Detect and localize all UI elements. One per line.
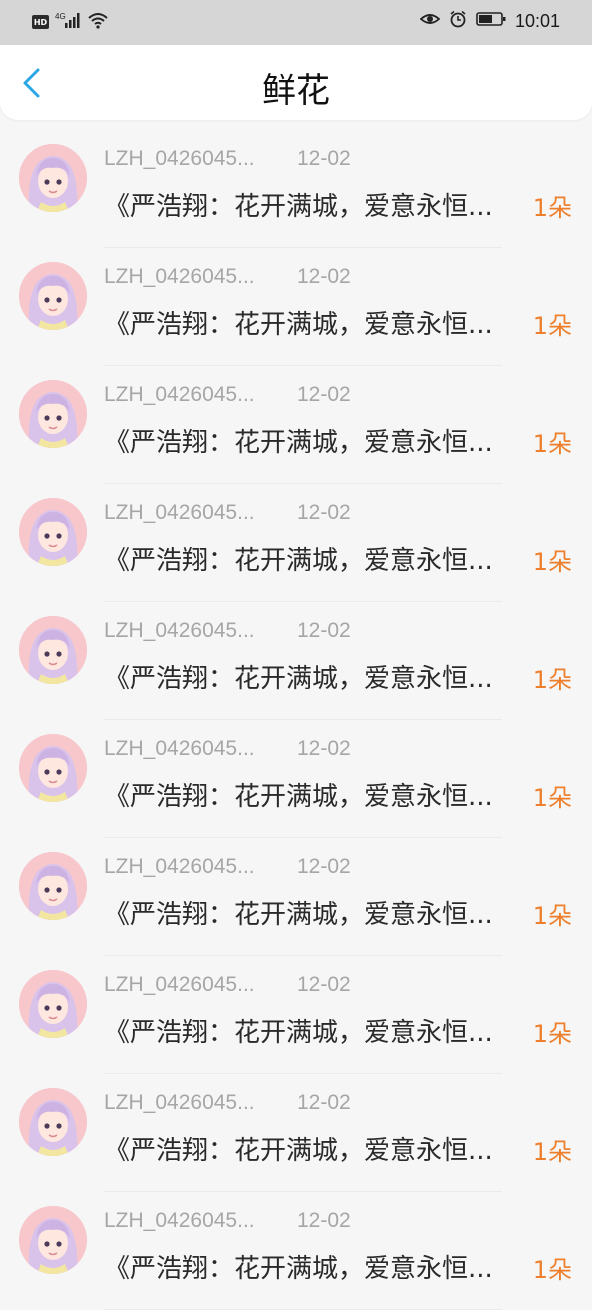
sender-name: LZH_0426045... bbox=[104, 973, 255, 996]
list-item[interactable]: LZH_0426045... 12-02 《严浩翔：花开满城，爱意永恒... 1… bbox=[0, 484, 592, 602]
sender-name: LZH_0426045... bbox=[104, 501, 255, 524]
list-item[interactable]: LZH_0426045... 12-02 《严浩翔：花开满城，爱意永恒... 1… bbox=[0, 838, 592, 956]
status-right: 10:01 bbox=[419, 10, 560, 32]
flower-count: 1朵 bbox=[532, 666, 572, 694]
avatar[interactable] bbox=[19, 144, 87, 212]
flower-count: 1朵 bbox=[532, 1138, 572, 1166]
avatar[interactable] bbox=[19, 852, 87, 920]
list-item[interactable]: LZH_0426045... 12-02 《严浩翔：花开满城，爱意永恒... 1… bbox=[0, 602, 592, 720]
list-item[interactable]: LZH_0426045... 12-02 《严浩翔：花开满城，爱意永恒... 1… bbox=[0, 366, 592, 484]
message-date: 12-02 bbox=[297, 973, 351, 996]
flower-count: 1朵 bbox=[532, 312, 572, 340]
message-preview: 《严浩翔：花开满城，爱意永恒... bbox=[104, 192, 493, 222]
network-type: 4G bbox=[55, 12, 66, 21]
signal-icon: 4G bbox=[55, 11, 81, 33]
status-time: 10:01 bbox=[514, 10, 560, 31]
flower-count: 1朵 bbox=[532, 548, 572, 576]
message-preview: 《严浩翔：花开满城，爱意永恒... bbox=[104, 428, 493, 458]
sender-name: LZH_0426045... bbox=[104, 383, 255, 406]
eye-icon bbox=[419, 11, 441, 31]
list-item[interactable]: LZH_0426045... 12-02 《严浩翔：花开满城，爱意永恒... 1… bbox=[0, 130, 592, 248]
sender-name: LZH_0426045... bbox=[104, 737, 255, 760]
header-bar: 鲜花 bbox=[0, 45, 592, 120]
flower-count: 1朵 bbox=[532, 430, 572, 458]
message-preview: 《严浩翔：花开满城，爱意永恒... bbox=[104, 1018, 493, 1048]
message-preview: 《严浩翔：花开满城，爱意永恒... bbox=[104, 782, 493, 812]
wifi-icon bbox=[87, 11, 109, 33]
message-preview: 《严浩翔：花开满城，爱意永恒... bbox=[104, 310, 493, 340]
message-preview: 《严浩翔：花开满城，爱意永恒... bbox=[104, 546, 493, 576]
list-item[interactable]: LZH_0426045... 12-02 《严浩翔：花开满城，爱意永恒... 1… bbox=[0, 720, 592, 838]
avatar[interactable] bbox=[19, 734, 87, 802]
message-date: 12-02 bbox=[297, 619, 351, 642]
message-date: 12-02 bbox=[297, 383, 351, 406]
message-date: 12-02 bbox=[297, 147, 351, 170]
avatar[interactable] bbox=[19, 616, 87, 684]
message-preview: 《严浩翔：花开满城，爱意永恒... bbox=[104, 664, 493, 694]
alarm-icon bbox=[449, 10, 467, 32]
message-preview: 《严浩翔：花开满城，爱意永恒... bbox=[104, 1254, 493, 1284]
avatar[interactable] bbox=[19, 498, 87, 566]
message-date: 12-02 bbox=[297, 1209, 351, 1232]
avatar[interactable] bbox=[19, 970, 87, 1038]
avatar[interactable] bbox=[19, 1088, 87, 1156]
avatar[interactable] bbox=[19, 380, 87, 448]
avatar[interactable] bbox=[19, 262, 87, 330]
sender-name: LZH_0426045... bbox=[104, 265, 255, 288]
flower-count: 1朵 bbox=[532, 194, 572, 222]
sender-name: LZH_0426045... bbox=[104, 855, 255, 878]
hd-badge: HD bbox=[32, 15, 49, 29]
sender-name: LZH_0426045... bbox=[104, 619, 255, 642]
flower-list: LZH_0426045... 12-02 《严浩翔：花开满城，爱意永恒... 1… bbox=[0, 130, 592, 1310]
status-left: HD 4G bbox=[32, 11, 109, 33]
flower-count: 1朵 bbox=[532, 902, 572, 930]
list-item[interactable]: LZH_0426045... 12-02 《严浩翔：花开满城，爱意永恒... 1… bbox=[0, 1074, 592, 1192]
sender-name: LZH_0426045... bbox=[104, 1209, 255, 1232]
message-date: 12-02 bbox=[297, 265, 351, 288]
status-bar: HD 4G 10:01 bbox=[0, 0, 592, 45]
list-item[interactable]: LZH_0426045... 12-02 《严浩翔：花开满城，爱意永恒... 1… bbox=[0, 1192, 592, 1310]
flower-count: 1朵 bbox=[532, 1020, 572, 1048]
message-date: 12-02 bbox=[297, 501, 351, 524]
battery-icon bbox=[476, 11, 506, 31]
avatar[interactable] bbox=[19, 1206, 87, 1274]
page-title: 鲜花 bbox=[262, 71, 330, 111]
list-item[interactable]: LZH_0426045... 12-02 《严浩翔：花开满城，爱意永恒... 1… bbox=[0, 956, 592, 1074]
message-date: 12-02 bbox=[297, 737, 351, 760]
message-preview: 《严浩翔：花开满城，爱意永恒... bbox=[104, 900, 493, 930]
flower-count: 1朵 bbox=[532, 784, 572, 812]
message-preview: 《严浩翔：花开满城，爱意永恒... bbox=[104, 1136, 493, 1166]
list-item[interactable]: LZH_0426045... 12-02 《严浩翔：花开满城，爱意永恒... 1… bbox=[0, 248, 592, 366]
sender-name: LZH_0426045... bbox=[104, 147, 255, 170]
message-date: 12-02 bbox=[297, 1091, 351, 1114]
message-date: 12-02 bbox=[297, 855, 351, 878]
sender-name: LZH_0426045... bbox=[104, 1091, 255, 1114]
